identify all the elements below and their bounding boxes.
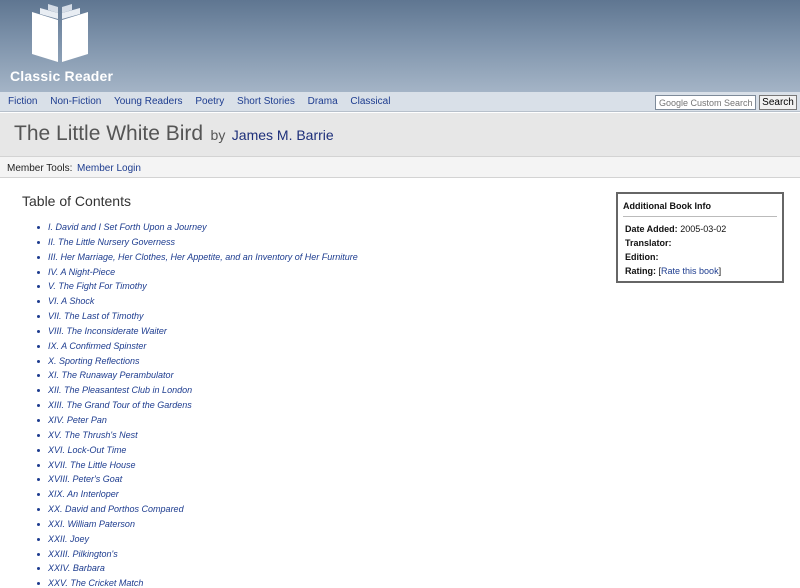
book-title: The Little White Bird (14, 122, 204, 145)
nav-link-non-fiction[interactable]: Non-Fiction (50, 96, 101, 107)
toc-item: XXIV. Barbara (37, 563, 358, 578)
book-title-bar: The Little White Bird by James M. Barrie (0, 113, 800, 156)
chapter-link[interactable]: XIX. An Interloper (48, 489, 119, 499)
toc-item: V. The Fight For Timothy (37, 281, 358, 296)
toc-heading: Table of Contents (22, 193, 131, 209)
open-book-icon (32, 4, 88, 62)
site-logo[interactable]: Classic Reader (10, 2, 120, 88)
chapter-link[interactable]: II. The Little Nursery Governess (48, 237, 175, 247)
toc-item: XI. The Runaway Perambulator (37, 370, 358, 385)
toc-item: XVII. The Little House (37, 460, 358, 475)
toc-item: IX. A Confirmed Spinster (37, 341, 358, 356)
translator-label: Translator: (625, 238, 672, 248)
date-added-value: 2005-03-02 (680, 224, 727, 234)
chapter-link[interactable]: XVI. Lock-Out Time (48, 445, 126, 455)
book-info-box: Additional Book Info Date Added: 2005-03… (616, 192, 784, 283)
chapter-link[interactable]: XIII. The Grand Tour of the Gardens (48, 400, 192, 410)
toc-item: XIV. Peter Pan (37, 415, 358, 430)
toc-item: XX. David and Porthos Compared (37, 504, 358, 519)
chapter-link[interactable]: III. Her Marriage, Her Clothes, Her Appe… (48, 252, 358, 262)
chapter-link[interactable]: IX. A Confirmed Spinster (48, 341, 146, 351)
rate-bracket-close: ] (718, 266, 722, 276)
toc-item: XV. The Thrush's Nest (37, 430, 358, 445)
toc-list: I. David and I Set Forth Upon a Journey I… (37, 222, 358, 588)
toc-item: XIX. An Interloper (37, 489, 358, 504)
nav-link-fiction[interactable]: Fiction (8, 96, 37, 107)
by-label: by (210, 127, 226, 143)
chapter-link[interactable]: XII. The Pleasantest Club in London (48, 385, 192, 395)
rate-this-book-link[interactable]: Rate this book (661, 266, 719, 276)
toc-item: XXIII. Pilkington's (37, 549, 358, 564)
chapter-link[interactable]: VII. The Last of Timothy (48, 311, 143, 321)
nav-link-classical[interactable]: Classical (350, 96, 390, 107)
rating-label: Rating: (625, 266, 656, 276)
book-heading: The Little White Bird by James M. Barrie (14, 122, 334, 146)
chapter-link[interactable]: VIII. The Inconsiderate Waiter (48, 326, 167, 336)
chapter-link[interactable]: XVII. The Little House (48, 460, 136, 470)
chapter-link[interactable]: XXIV. Barbara (48, 563, 105, 573)
toc-item: XXII. Joey (37, 534, 358, 549)
chapter-link[interactable]: XXII. Joey (48, 534, 89, 544)
rating-row: Rating: [Rate this book] (623, 264, 777, 278)
edition-row: Edition: (623, 250, 777, 264)
chapter-link[interactable]: XVIII. Peter's Goat (48, 474, 122, 484)
translator-row: Translator: (623, 236, 777, 250)
nav-link-short-stories[interactable]: Short Stories (237, 96, 295, 107)
chapter-link[interactable]: XXIII. Pilkington's (48, 549, 118, 559)
chapter-link[interactable]: XV. The Thrush's Nest (48, 430, 138, 440)
toc-item: VIII. The Inconsiderate Waiter (37, 326, 358, 341)
category-links: Fiction Non-Fiction Young Readers Poetry… (8, 96, 400, 107)
chapter-link[interactable]: XXV. The Cricket Match (48, 578, 143, 588)
chapter-link[interactable]: I. David and I Set Forth Upon a Journey (48, 222, 207, 232)
search-button[interactable]: Search (759, 95, 797, 110)
chapter-link[interactable]: XXI. William Paterson (48, 519, 135, 529)
toc-item: XII. The Pleasantest Club in London (37, 385, 358, 400)
member-tools-label: Member Tools: (7, 163, 73, 174)
toc-item: VI. A Shock (37, 296, 358, 311)
chapter-link[interactable]: IV. A Night-Piece (48, 267, 115, 277)
nav-link-drama[interactable]: Drama (308, 96, 338, 107)
toc-item: II. The Little Nursery Governess (37, 237, 358, 252)
toc-item: XIII. The Grand Tour of the Gardens (37, 400, 358, 415)
chapter-link[interactable]: V. The Fight For Timothy (48, 281, 147, 291)
member-tools-bar: Member Tools: Member Login (0, 156, 800, 178)
nav-link-young-readers[interactable]: Young Readers (114, 96, 183, 107)
chapter-link[interactable]: XIV. Peter Pan (48, 415, 107, 425)
category-navbar: Fiction Non-Fiction Young Readers Poetry… (0, 92, 800, 112)
chapter-link[interactable]: VI. A Shock (48, 296, 94, 306)
nav-link-poetry[interactable]: Poetry (195, 96, 224, 107)
toc-item: VII. The Last of Timothy (37, 311, 358, 326)
author-link[interactable]: James M. Barrie (232, 127, 334, 143)
toc-item: XVI. Lock-Out Time (37, 445, 358, 460)
member-login-link[interactable]: Member Login (77, 163, 141, 174)
toc-item: X. Sporting Reflections (37, 356, 358, 371)
chapter-link[interactable]: XX. David and Porthos Compared (48, 504, 184, 514)
date-added-row: Date Added: 2005-03-02 (623, 222, 777, 236)
logo-text: Classic Reader (10, 68, 114, 84)
toc-item: XXV. The Cricket Match (37, 578, 358, 588)
chapter-link[interactable]: XI. The Runaway Perambulator (48, 370, 174, 380)
date-added-label: Date Added: (625, 224, 678, 234)
toc-item: XXI. William Paterson (37, 519, 358, 534)
toc-item: III. Her Marriage, Her Clothes, Her Appe… (37, 252, 358, 267)
search-input[interactable] (655, 95, 756, 110)
info-heading: Additional Book Info (623, 201, 777, 217)
toc-item: I. David and I Set Forth Upon a Journey (37, 222, 358, 237)
toc-item: XVIII. Peter's Goat (37, 474, 358, 489)
chapter-link[interactable]: X. Sporting Reflections (48, 356, 140, 366)
site-header: Classic Reader (0, 0, 800, 92)
edition-label: Edition: (625, 252, 659, 262)
toc-item: IV. A Night-Piece (37, 267, 358, 282)
